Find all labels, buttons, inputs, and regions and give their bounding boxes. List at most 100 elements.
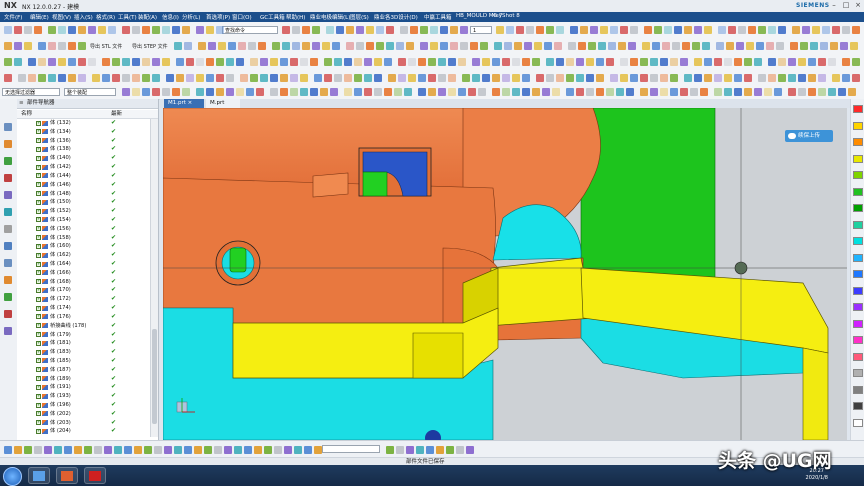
toolbar-tool-icon[interactable] [58, 26, 66, 34]
toolbar-tool-icon[interactable] [440, 26, 448, 34]
snap-tool-icon[interactable] [426, 446, 434, 454]
toolbar-tool-icon[interactable] [38, 74, 46, 82]
visibility-checkbox[interactable] [36, 427, 41, 436]
toolbar-tool-icon[interactable] [184, 42, 192, 50]
toolbar-tool-icon[interactable] [228, 42, 236, 50]
toolbar-tool-icon[interactable] [682, 42, 690, 50]
toolbar-tool-icon[interactable] [684, 26, 692, 34]
toolbar-tool-icon[interactable] [258, 42, 266, 50]
toolbar-tool-icon[interactable] [766, 42, 774, 50]
toolbar-tool-icon[interactable] [310, 88, 318, 96]
visibility-checkbox[interactable] [36, 312, 41, 321]
tab-m1[interactable]: M1.prt × [164, 99, 204, 108]
toolbar-tool-icon[interactable] [756, 42, 764, 50]
visibility-checkbox[interactable] [36, 119, 41, 127]
toolbar-tool-icon[interactable] [774, 88, 782, 96]
resource-tab-icon[interactable] [4, 208, 12, 216]
visibility-checkbox[interactable] [36, 260, 41, 268]
toolbar-tool-icon[interactable] [588, 42, 596, 50]
toolbar-tool-icon[interactable] [670, 58, 678, 66]
toolbar-tool-icon[interactable] [152, 74, 160, 82]
toolbar-tool-icon[interactable] [472, 58, 480, 66]
visibility-checkbox[interactable] [36, 268, 41, 277]
toolbar-tool-icon[interactable] [216, 26, 224, 34]
close-button[interactable]: × [852, 1, 864, 10]
toolbar-tool-icon[interactable] [366, 26, 374, 34]
toolbar-tool-icon[interactable] [132, 88, 140, 96]
toolbar-tool-icon[interactable] [58, 74, 66, 82]
snap-tool-icon[interactable] [124, 446, 132, 454]
toolbar-tool-icon[interactable] [354, 58, 362, 66]
taskbar-app-1-icon[interactable] [28, 467, 50, 484]
toolbar-tool-icon[interactable] [216, 88, 224, 96]
toolbar-tool-icon[interactable] [654, 26, 662, 34]
visibility-checkbox[interactable] [36, 295, 41, 304]
color-swatch[interactable] [853, 253, 863, 262]
color-swatch[interactable] [853, 220, 863, 229]
toolbar-tool-icon[interactable] [300, 58, 308, 66]
toolbar-tool-icon[interactable] [270, 74, 278, 82]
toolbar-tool-icon[interactable] [142, 58, 150, 66]
toolbar-tool-icon[interactable] [364, 88, 372, 96]
upload-button[interactable]: 续保上传 [785, 130, 833, 142]
toolbar-tool-icon[interactable] [376, 42, 384, 50]
toolbar-tool-icon[interactable] [300, 88, 308, 96]
toolbar-tool-icon[interactable] [324, 74, 332, 82]
toolbar-tool-icon[interactable] [818, 74, 826, 82]
toolbar-tool-icon[interactable] [494, 42, 502, 50]
snap-tool-icon[interactable] [416, 446, 424, 454]
toolbar-tool-icon[interactable] [776, 42, 784, 50]
toolbar-tool-icon[interactable] [502, 58, 510, 66]
snap-tool-icon[interactable] [34, 446, 42, 454]
toolbar-tool-icon[interactable] [640, 88, 648, 96]
color-swatch[interactable] [853, 369, 863, 377]
toolbar-tool-icon[interactable] [684, 74, 692, 82]
color-swatch[interactable] [853, 286, 863, 295]
toolbar-tool-icon[interactable] [440, 42, 448, 50]
toolbar-tool-icon[interactable] [726, 42, 734, 50]
toolbar-tool-icon[interactable] [596, 88, 604, 96]
toolbar-tool-icon[interactable] [840, 42, 848, 50]
toolbar-tool-icon[interactable] [260, 58, 268, 66]
snap-tool-icon[interactable] [84, 446, 92, 454]
toolbar-tool-icon[interactable] [556, 26, 564, 34]
toolbar-tool-icon[interactable] [478, 88, 486, 96]
toolbar-tool-icon[interactable] [312, 42, 320, 50]
toolbar-tool-icon[interactable] [534, 42, 542, 50]
toolbar-tool-icon[interactable] [554, 42, 562, 50]
toolbar-tool-icon[interactable] [828, 88, 836, 96]
toolbar-tool-icon[interactable] [818, 58, 826, 66]
menu-item-5[interactable]: 工具(T) [118, 13, 137, 21]
menu-item-0[interactable]: 文件(F) [4, 13, 22, 21]
toolbar-tool-icon[interactable] [206, 74, 214, 82]
toolbar-tool-icon[interactable] [714, 74, 722, 82]
toolbar-tool-icon[interactable] [48, 42, 56, 50]
toolbar-tool-icon[interactable] [482, 74, 490, 82]
toolbar-tool-icon[interactable] [672, 42, 680, 50]
snap-tool-icon[interactable] [104, 446, 112, 454]
visibility-checkbox[interactable] [36, 392, 41, 400]
toolbar-tool-icon[interactable] [522, 58, 530, 66]
toolbar-tool-icon[interactable] [788, 74, 796, 82]
toolbar-tool-icon[interactable] [800, 42, 808, 50]
taskbar-app-3-icon[interactable] [84, 467, 106, 484]
toolbar-tool-icon[interactable] [448, 74, 456, 82]
resource-tab-icon[interactable] [4, 327, 12, 335]
toolbar-tool-icon[interactable] [512, 88, 520, 96]
toolbar-tool-icon[interactable] [662, 42, 670, 50]
toolbar-tool-icon[interactable] [848, 88, 856, 96]
snap-tool-icon[interactable] [224, 446, 232, 454]
toolbar-tool-icon[interactable] [586, 74, 594, 82]
toolbar-tool-icon[interactable] [610, 26, 618, 34]
toolbar-tool-icon[interactable] [376, 26, 384, 34]
toolbar-tool-icon[interactable] [430, 42, 438, 50]
toolbar-tool-icon[interactable] [544, 42, 552, 50]
toolbar-tool-icon[interactable] [176, 58, 184, 66]
toolbar-tool-icon[interactable] [536, 74, 544, 82]
toolbar-tool-icon[interactable] [690, 88, 698, 96]
toolbar-tool-icon[interactable] [744, 88, 752, 96]
toolbar-tool-icon[interactable] [842, 58, 850, 66]
toolbar-tool-icon[interactable] [88, 26, 96, 34]
toolbar-tool-icon[interactable] [790, 42, 798, 50]
toolbar-tool-icon[interactable] [448, 58, 456, 66]
